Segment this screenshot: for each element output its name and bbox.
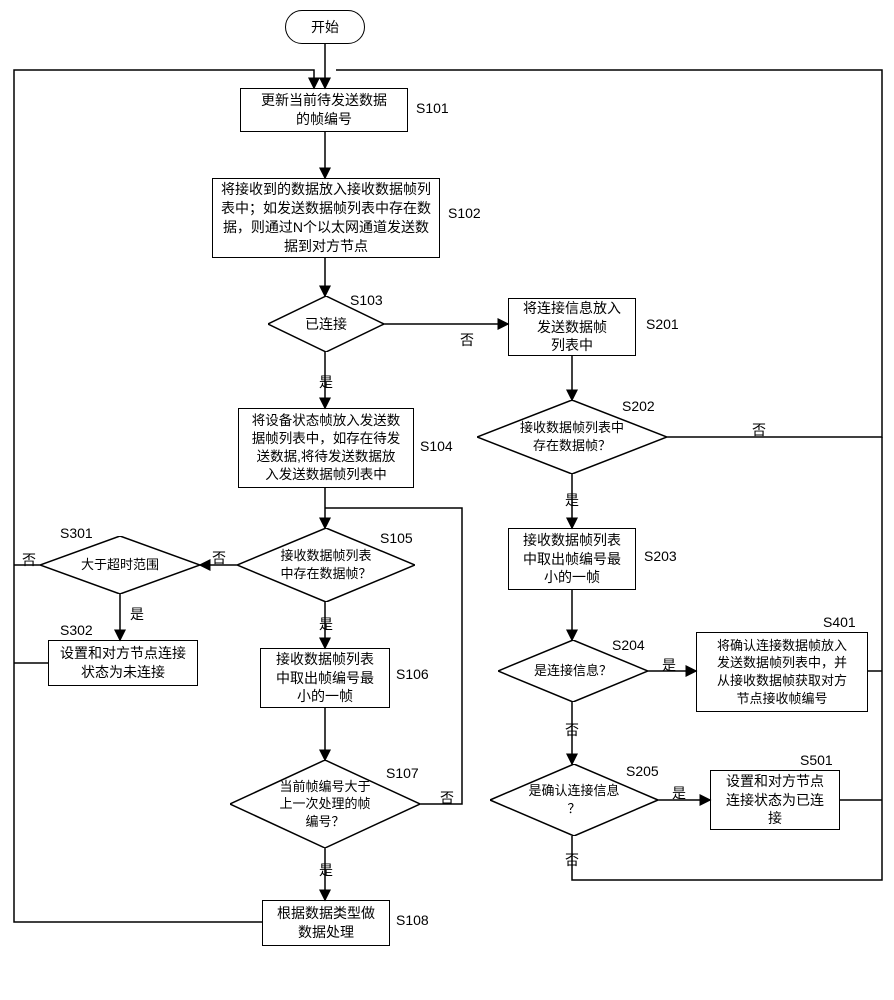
decision-s301: 大于超时范围 [40, 536, 200, 594]
step-s108: 根据数据类型做 数据处理 [262, 900, 390, 946]
step-label-s101: S101 [416, 100, 449, 116]
flow-connectors [0, 0, 894, 1000]
step-label-s302: S302 [60, 622, 93, 638]
step-label-s104: S104 [420, 438, 453, 454]
edge-label: 是 [317, 372, 335, 392]
step-label-s205: S205 [626, 763, 659, 779]
step-text: 将确认连接数据帧放入 发送数据帧列表中，并 从接收数据帧获取对方 节点接收帧编号 [717, 637, 847, 707]
step-text: 接收数据帧列表 中取出帧编号最 小的一帧 [276, 650, 374, 707]
edge-label: 是 [317, 860, 335, 880]
step-label-s204: S204 [612, 637, 645, 653]
flow-start: 开始 [285, 10, 365, 44]
step-text: 接收数据帧列表 中取出帧编号最 小的一帧 [523, 531, 621, 588]
step-label-s201: S201 [646, 316, 679, 332]
step-label-s501: S501 [800, 752, 833, 768]
step-text: 将设备状态帧放入发送数 据帧列表中，如存在待发 送数据,将待发送数据放 入发送数… [252, 412, 401, 485]
step-label-s202: S202 [622, 398, 655, 414]
step-label-s203: S203 [644, 548, 677, 564]
edge-label: 否 [563, 850, 581, 870]
edge-label: 否 [458, 330, 476, 350]
step-s302: 设置和对方节点连接 状态为未连接 [48, 640, 198, 686]
decision-text: 接收数据帧列表 中存在数据帧？ [266, 547, 385, 582]
step-s106: 接收数据帧列表 中取出帧编号最 小的一帧 [260, 648, 390, 708]
step-text: 设置和对方节点 连接状态为已连 接 [726, 772, 824, 829]
step-text: 更新当前待发送数据 的帧编号 [261, 91, 387, 129]
terminator-label: 开始 [311, 18, 339, 37]
step-label-s103: S103 [350, 292, 383, 308]
step-s401: 将确认连接数据帧放入 发送数据帧列表中，并 从接收数据帧获取对方 节点接收帧编号 [696, 632, 868, 712]
step-label-s401: S401 [823, 614, 856, 630]
step-label-s106: S106 [396, 666, 429, 682]
decision-text: 大于超时范围 [67, 556, 173, 574]
decision-text: 是连接信息？ [520, 662, 626, 680]
step-s201: 将连接信息放入 发送数据帧 列表中 [508, 298, 636, 356]
decision-text: 是确认连接信息 ？ [514, 782, 633, 817]
decision-text: 已连接 [291, 315, 361, 334]
step-s501: 设置和对方节点 连接状态为已连 接 [710, 770, 840, 830]
step-s102: 将接收到的数据放入接收数据帧列 表中；如发送数据帧列表中存在数 据，则通过N个以… [212, 178, 440, 258]
step-text: 设置和对方节点连接 状态为未连接 [60, 644, 186, 682]
edge-label: 是 [317, 614, 335, 634]
edge-label: 否 [438, 788, 456, 808]
edge-label: 否 [563, 720, 581, 740]
step-label-s301: S301 [60, 525, 93, 541]
step-s104: 将设备状态帧放入发送数 据帧列表中，如存在待发 送数据,将待发送数据放 入发送数… [238, 408, 414, 488]
step-label-s102: S102 [448, 205, 481, 221]
edge-label: 是 [670, 783, 688, 803]
step-text: 将接收到的数据放入接收数据帧列 表中；如发送数据帧列表中存在数 据，则通过N个以… [221, 180, 431, 256]
step-s101: 更新当前待发送数据 的帧编号 [240, 88, 408, 132]
decision-text: 当前帧编号大于 上一次处理的帧 编号？ [265, 778, 384, 831]
edge-label: 否 [210, 548, 228, 568]
step-text: 将连接信息放入 发送数据帧 列表中 [523, 299, 621, 356]
edge-label: 否 [20, 550, 38, 570]
step-label-s105: S105 [380, 530, 413, 546]
edge-label: 是 [563, 490, 581, 510]
step-label-s108: S108 [396, 912, 429, 928]
decision-text: 接收数据帧列表中 存在数据帧？ [506, 419, 638, 454]
edge-label: 是 [660, 655, 678, 675]
step-label-s107: S107 [386, 765, 419, 781]
step-s203: 接收数据帧列表 中取出帧编号最 小的一帧 [508, 528, 636, 590]
edge-label: 是 [128, 604, 146, 624]
step-text: 根据数据类型做 数据处理 [277, 904, 375, 942]
edge-label: 否 [750, 420, 768, 440]
